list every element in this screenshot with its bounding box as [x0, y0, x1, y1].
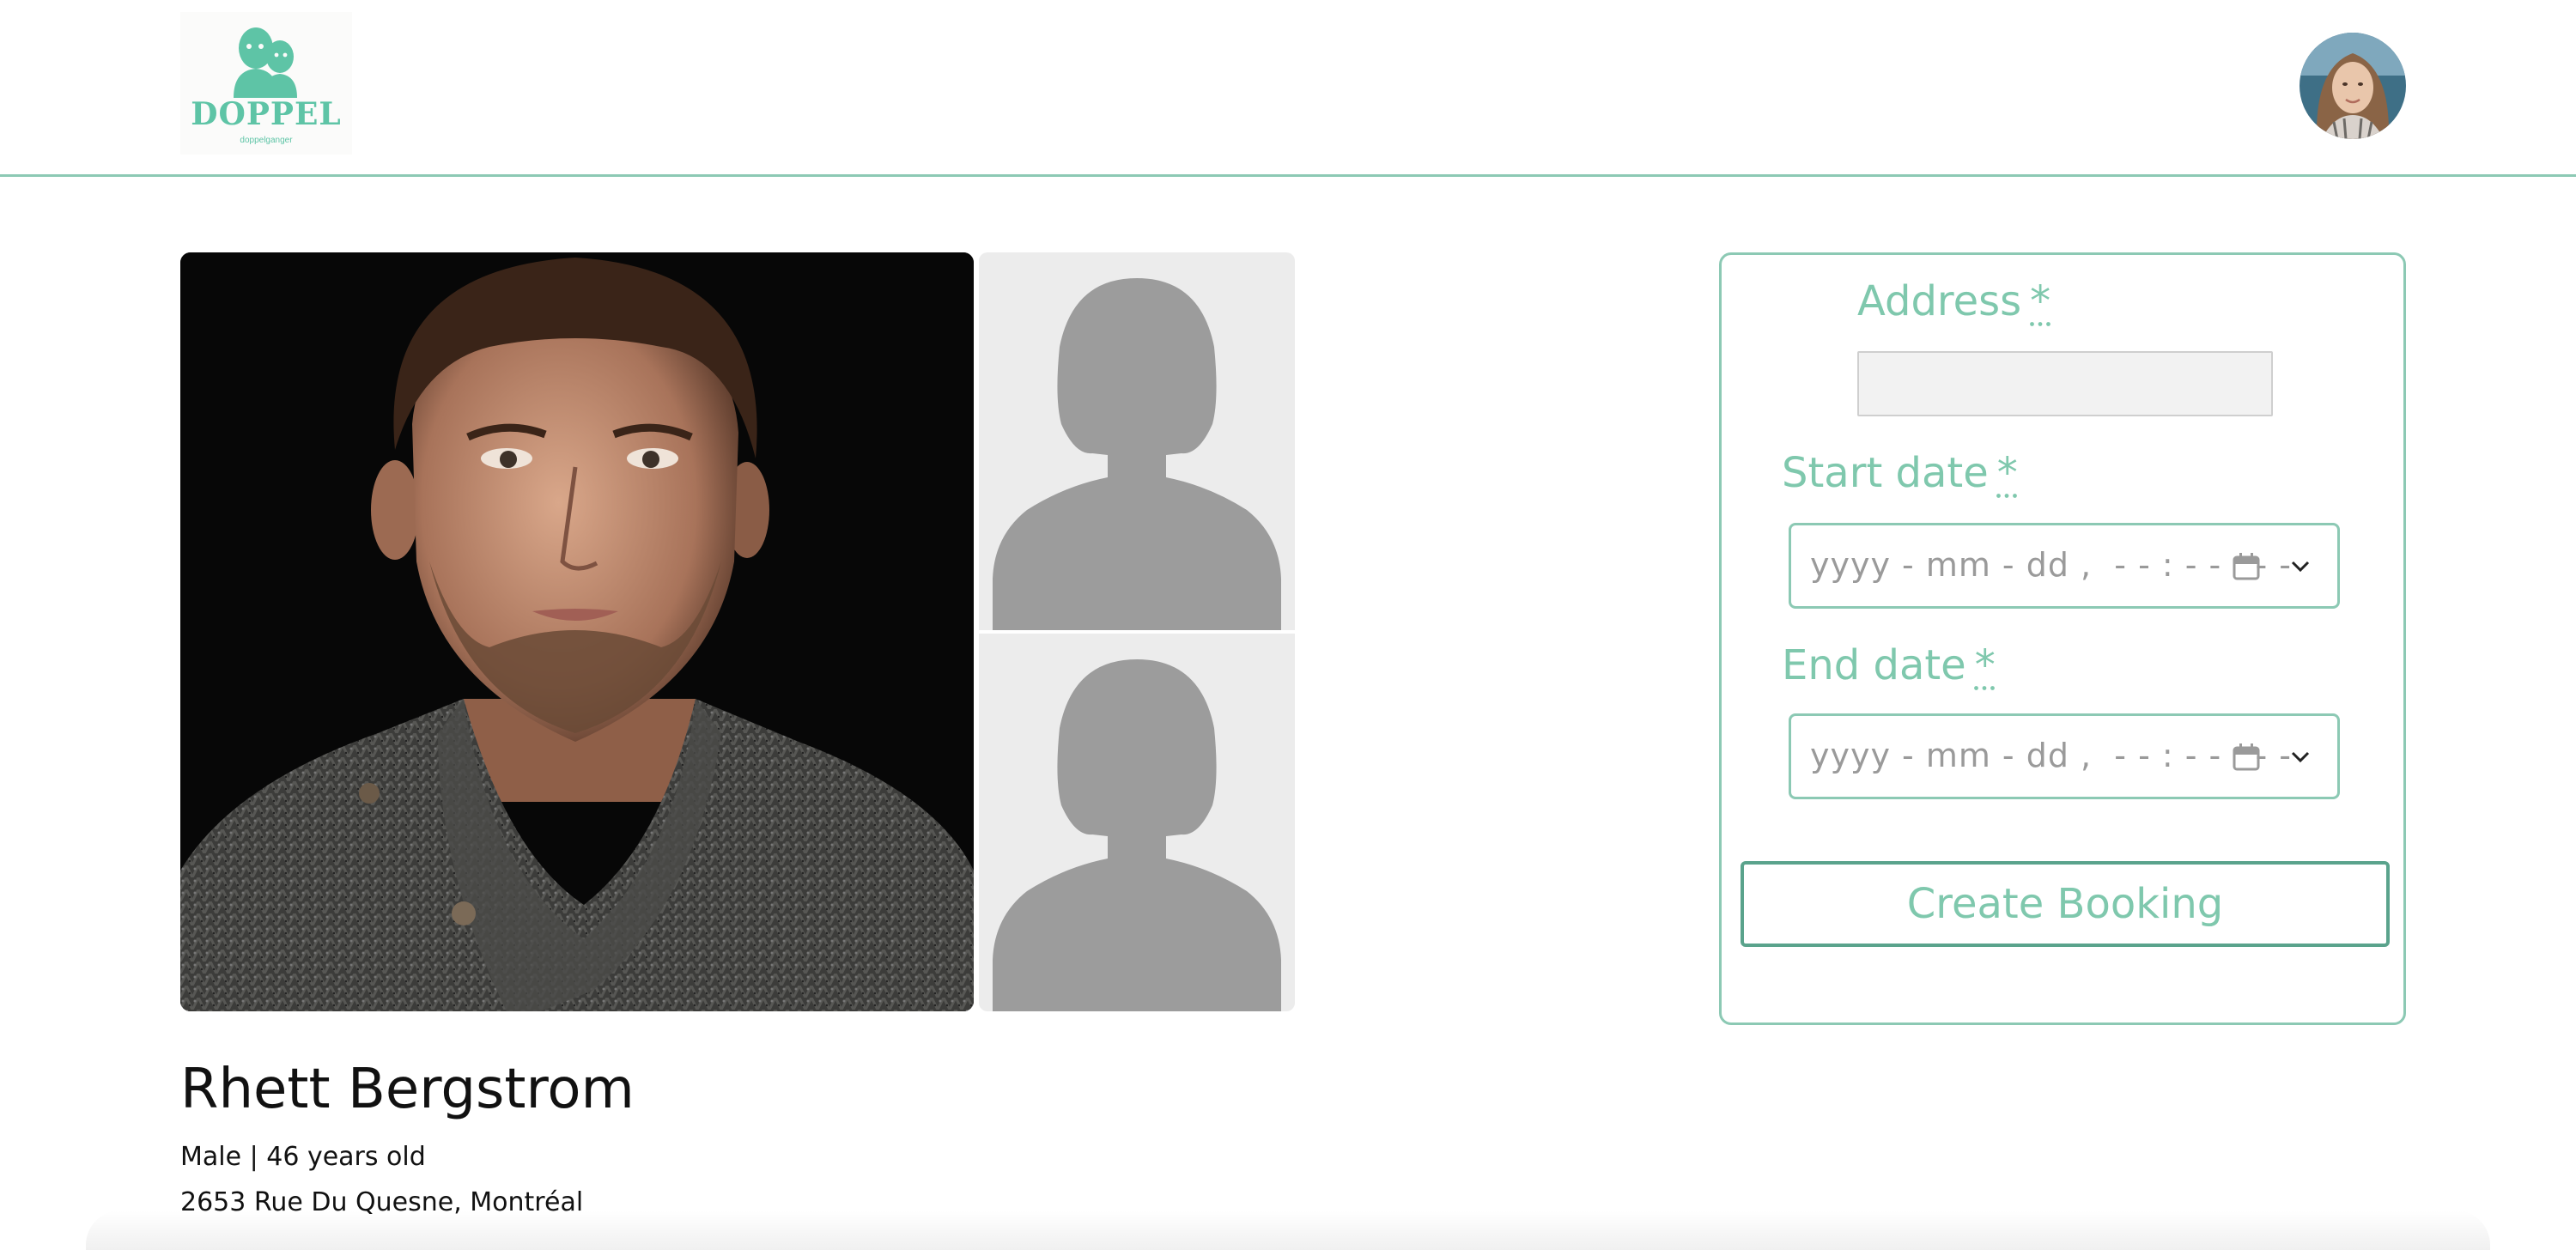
end-date-placeholder: yyyy - mm - dd , - - : - - - - — [1810, 737, 2292, 774]
doppel-logo[interactable]: DOPPEL doppelganger — [180, 12, 352, 155]
profile-photo-icon — [180, 252, 974, 1011]
user-avatar[interactable] — [2300, 33, 2406, 139]
profile-name: Rhett Bergstrom — [180, 1058, 635, 1121]
profile-details: Male | 46 years old — [180, 1142, 426, 1172]
address-label: Address * — [1857, 277, 2050, 325]
start-date-label: Start date * — [1782, 449, 2018, 497]
logo-title: DOPPEL — [191, 96, 342, 132]
address-label-text: Address — [1857, 277, 2022, 325]
required-marker: * — [2030, 277, 2051, 325]
calendar-icon[interactable] — [2231, 742, 2262, 773]
profile-photo[interactable] — [180, 252, 974, 1011]
address-input[interactable] — [1857, 351, 2273, 416]
booking-form: Address * Start date * yyyy - mm - dd , - … — [1719, 252, 2406, 1025]
gallery-thumbnail[interactable] — [979, 634, 1295, 1011]
gallery-thumbnail[interactable] — [979, 252, 1295, 630]
start-date-input[interactable]: yyyy - mm - dd , - - : - - - - — [1789, 523, 2340, 609]
person-placeholder-icon — [993, 659, 1281, 1011]
start-date-placeholder: yyyy - mm - dd , - - : - - - - — [1810, 546, 2292, 584]
bottom-panel-edge — [86, 1211, 2490, 1250]
logo-mark-icon — [234, 27, 297, 98]
top-nav: DOPPEL doppelganger — [0, 0, 2576, 177]
required-marker: * — [1974, 641, 1996, 689]
end-date-label: End date * — [1782, 641, 1996, 689]
logo-subtitle: doppelganger — [240, 136, 293, 145]
person-placeholder-icon — [993, 278, 1281, 630]
avatar-photo-icon — [2300, 33, 2406, 139]
chevron-down-icon[interactable] — [2289, 558, 2312, 575]
chevron-down-icon[interactable] — [2289, 749, 2312, 766]
create-booking-button[interactable]: Create Booking — [1741, 861, 2390, 947]
start-date-label-text: Start date — [1782, 449, 1989, 497]
end-date-label-text: End date — [1782, 641, 1966, 689]
end-date-input[interactable]: yyyy - mm - dd , - - : - - - - — [1789, 713, 2340, 799]
required-marker: * — [1996, 449, 2018, 497]
calendar-icon[interactable] — [2231, 551, 2262, 582]
